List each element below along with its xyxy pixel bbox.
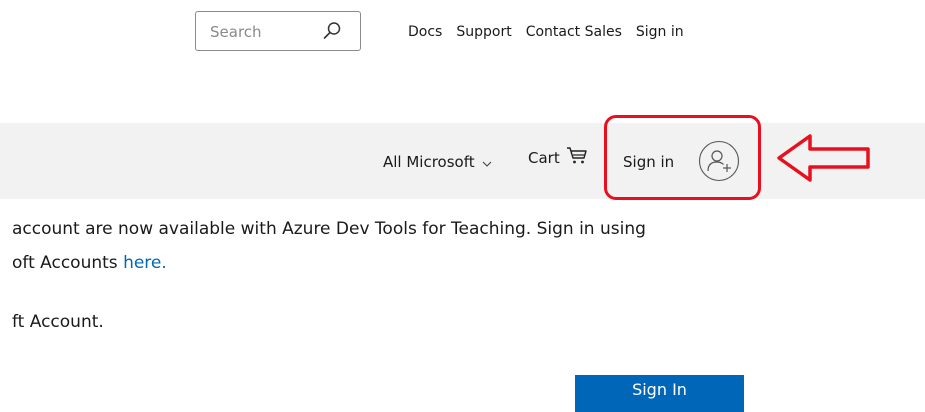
page: Docs Support Contact Sales Sign in All M… (0, 0, 925, 412)
body-text-line-1: account are now available with Azure Dev… (12, 219, 646, 239)
chevron-down-icon (482, 161, 492, 167)
contact-sales-link[interactable]: Contact Sales (526, 24, 622, 40)
search-input[interactable] (210, 21, 320, 43)
top-links: Docs Support Contact Sales Sign in (408, 24, 698, 40)
left-arrow-icon (777, 134, 870, 182)
all-microsoft-label: All Microsoft (383, 153, 475, 171)
here-link[interactable]: here. (123, 253, 167, 273)
sign-in-button[interactable]: Sign In (575, 375, 744, 412)
annotation-highlight-box (604, 115, 761, 200)
docs-link[interactable]: Docs (408, 24, 442, 40)
search-icon[interactable] (322, 21, 342, 41)
top-sign-in-link[interactable]: Sign in (636, 24, 684, 40)
body-text-line-3: ft Account. (12, 312, 104, 332)
cart-link[interactable]: Cart (528, 147, 588, 167)
search-box[interactable] (195, 11, 361, 51)
all-microsoft-menu[interactable]: All Microsoft (383, 153, 492, 171)
support-link[interactable]: Support (456, 24, 511, 40)
body-text-line-2: oft Accounts here. (12, 253, 167, 273)
body-text-line-2-prefix: oft Accounts (12, 253, 124, 273)
cart-label: Cart (528, 149, 560, 167)
cart-icon (566, 147, 587, 164)
